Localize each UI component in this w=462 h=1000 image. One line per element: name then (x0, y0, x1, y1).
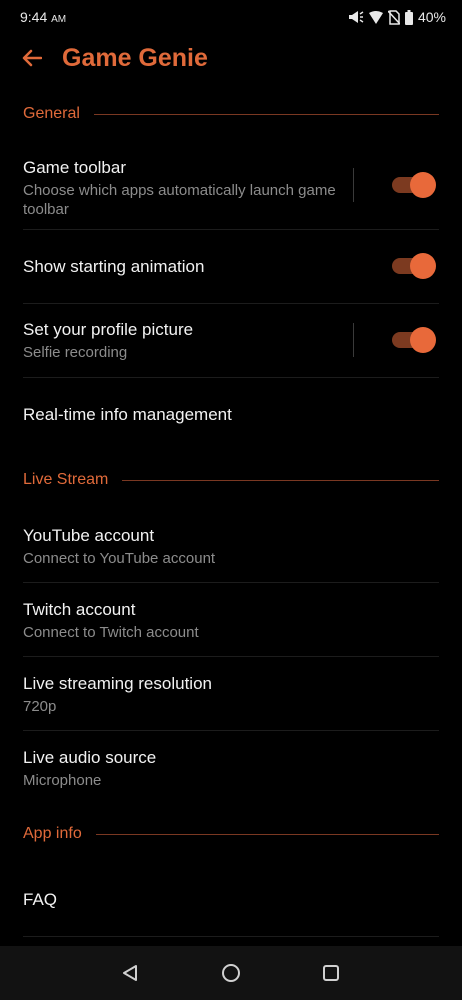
game-toolbar-toggle[interactable] (390, 172, 436, 198)
section-general-label: General (23, 105, 80, 122)
setting-label: Twitch account (23, 599, 136, 619)
setting-label: FAQ (23, 890, 58, 909)
setting-label: Real-time info management (23, 405, 232, 424)
setting-profile-picture[interactable]: Set your profile picture Selfie recordin… (0, 304, 462, 377)
setting-streaming-resolution[interactable]: Live streaming resolution 720p (0, 658, 462, 730)
row-divider (23, 936, 439, 937)
section-general: General (23, 104, 439, 124)
toggle-thumb (410, 253, 436, 279)
status-clock: 9:44 (20, 9, 48, 25)
setting-realtime-info[interactable]: Real-time info management (0, 378, 462, 452)
setting-twitch-account[interactable]: Twitch account Connect to Twitch account (0, 584, 462, 656)
home-circle-icon[interactable] (218, 960, 244, 986)
vertical-divider (353, 168, 354, 202)
status-bar: 9:44 AM 40% (0, 0, 462, 34)
no-sim-icon (387, 9, 400, 25)
row-divider (23, 656, 439, 657)
setting-label: Set your profile picture (23, 320, 194, 339)
row-divider (23, 730, 439, 731)
setting-description: 720p (23, 697, 57, 715)
starting-animation-toggle[interactable] (390, 253, 436, 279)
toggle-thumb (410, 172, 436, 198)
profile-picture-toggle[interactable] (390, 327, 436, 353)
setting-description: Choose which apps automatically launch g… (23, 182, 336, 218)
section-app-info: App info (23, 824, 439, 844)
setting-label: Live streaming resolution (23, 673, 212, 693)
setting-description: Connect to YouTube account (23, 549, 216, 567)
section-app-info-label: App info (23, 825, 82, 842)
battery-percent: 40% (417, 9, 446, 25)
section-live-stream-label: Live Stream (23, 471, 109, 488)
section-divider (122, 479, 439, 481)
status-ampm: AM (51, 14, 67, 25)
navigation-bar (0, 946, 462, 1000)
section-divider (95, 833, 439, 835)
setting-audio-source[interactable]: Live audio source Microphone (0, 732, 462, 804)
setting-description: Microphone (23, 771, 102, 789)
setting-label: Show starting animation (23, 256, 205, 276)
section-live-stream: Live Stream (23, 470, 439, 490)
battery-icon (404, 9, 413, 25)
setting-game-toolbar[interactable]: Game toolbar Choose which apps automatic… (0, 148, 462, 228)
app-bar: Game Genie (0, 34, 462, 82)
setting-faq[interactable]: FAQ (0, 864, 462, 936)
row-divider (23, 582, 439, 583)
back-triangle-icon[interactable] (117, 960, 143, 986)
setting-show-starting-animation[interactable]: Show starting animation (0, 230, 462, 303)
wifi-icon (368, 10, 383, 24)
status-time: 9:44 AM (20, 9, 66, 25)
setting-description: Selfie recording (23, 344, 128, 361)
back-arrow-icon[interactable] (20, 46, 44, 70)
setting-label: Live audio source (23, 747, 157, 767)
status-icons: 40% (348, 9, 446, 25)
recents-square-icon[interactable] (318, 960, 344, 986)
page-title: Game Genie (62, 43, 208, 72)
setting-description: Connect to Twitch account (23, 623, 199, 641)
vertical-divider (353, 323, 354, 357)
setting-label: Game toolbar (23, 158, 126, 177)
megaphone-icon (348, 10, 364, 24)
section-divider (93, 113, 439, 115)
setting-youtube-account[interactable]: YouTube account Connect to YouTube accou… (0, 510, 462, 582)
setting-label: YouTube account (23, 525, 155, 545)
toggle-thumb (410, 327, 436, 353)
